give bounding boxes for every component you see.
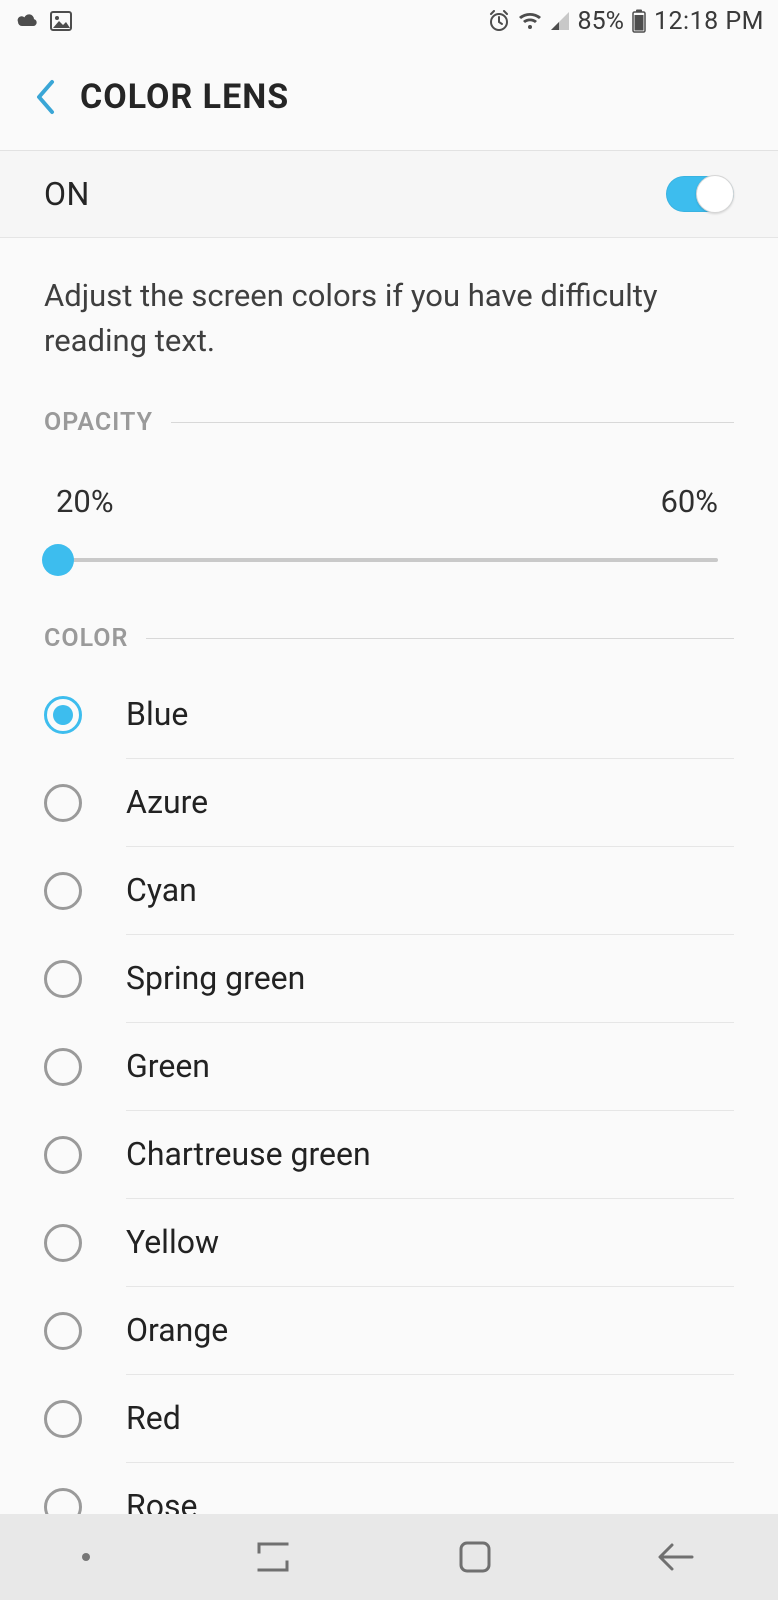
color-option-label: Azure: [126, 783, 208, 821]
color-option-label-wrap: Orange: [126, 1287, 734, 1375]
status-bar: 85% 12:18 PM: [0, 0, 778, 42]
color-option-label: Red: [126, 1399, 181, 1437]
divider: [171, 422, 734, 423]
color-option-label: Rose: [126, 1487, 197, 1514]
master-toggle-switch[interactable]: [666, 176, 734, 212]
color-option[interactable]: Blue: [0, 671, 778, 759]
nav-indicator-dot: [82, 1553, 90, 1561]
color-option-label-wrap: Green: [126, 1023, 734, 1111]
master-toggle-row[interactable]: ON: [0, 151, 778, 238]
opacity-section-label: OPACITY: [44, 408, 153, 437]
recents-button[interactable]: [253, 1542, 293, 1572]
color-option-label-wrap: Cyan: [126, 847, 734, 935]
color-section-label: COLOR: [44, 624, 128, 653]
battery-icon: [632, 9, 646, 33]
color-option-label: Green: [126, 1047, 210, 1085]
color-options-list: Blue Azure Cyan Spring green Green Chartreuse…: [0, 663, 778, 1514]
radio-button[interactable]: [44, 960, 82, 998]
color-option[interactable]: Rose: [0, 1463, 778, 1514]
color-option-label: Chartreuse green: [126, 1135, 371, 1173]
color-option-label: Cyan: [126, 871, 197, 909]
color-option-label-wrap: Blue: [126, 671, 734, 759]
color-option[interactable]: Yellow: [0, 1199, 778, 1287]
radio-button[interactable]: [44, 1312, 82, 1350]
radio-button[interactable]: [44, 696, 82, 734]
color-option[interactable]: Green: [0, 1023, 778, 1111]
opacity-section-header: OPACITY: [0, 394, 778, 447]
color-option-label: Spring green: [126, 959, 305, 997]
opacity-max-label: 60%: [660, 483, 718, 520]
home-button[interactable]: [457, 1539, 493, 1575]
opacity-range-labels: 20% 60%: [0, 447, 778, 532]
color-option-label-wrap: Azure: [126, 759, 734, 847]
master-toggle-label: ON: [44, 175, 90, 213]
color-section-header: COLOR: [0, 610, 778, 663]
slider-thumb[interactable]: [42, 544, 74, 576]
wifi-icon: [518, 11, 542, 31]
color-option[interactable]: Orange: [0, 1287, 778, 1375]
color-option-label-wrap: Rose: [126, 1463, 734, 1514]
toggle-knob: [696, 175, 734, 213]
radio-button[interactable]: [44, 1400, 82, 1438]
cloud-icon: [14, 12, 40, 30]
radio-button[interactable]: [44, 872, 82, 910]
color-option[interactable]: Cyan: [0, 847, 778, 935]
radio-button[interactable]: [44, 1048, 82, 1086]
page-header: COLOR LENS: [0, 42, 778, 151]
color-option-label-wrap: Red: [126, 1375, 734, 1463]
radio-button[interactable]: [44, 1136, 82, 1174]
color-option[interactable]: Red: [0, 1375, 778, 1463]
color-option-label: Blue: [126, 695, 188, 733]
radio-button[interactable]: [44, 1488, 82, 1514]
opacity-slider[interactable]: [42, 538, 718, 582]
color-option-label-wrap: Chartreuse green: [126, 1111, 734, 1199]
color-option-label: Orange: [126, 1311, 228, 1349]
radio-button[interactable]: [44, 784, 82, 822]
battery-percent: 85%: [578, 7, 624, 36]
navigation-bar: [0, 1514, 778, 1600]
color-option-label-wrap: Yellow: [126, 1199, 734, 1287]
back-nav-button[interactable]: [656, 1541, 696, 1573]
alarm-icon: [488, 10, 510, 32]
color-option-label-wrap: Spring green: [126, 935, 734, 1023]
color-option[interactable]: Azure: [0, 759, 778, 847]
chevron-left-icon: [34, 79, 56, 115]
clock-time: 12:18 PM: [654, 7, 764, 36]
signal-icon: [550, 11, 570, 31]
slider-track: [56, 558, 718, 562]
image-icon: [50, 11, 72, 31]
color-option[interactable]: Chartreuse green: [0, 1111, 778, 1199]
opacity-min-label: 20%: [56, 483, 114, 520]
page-title: COLOR LENS: [80, 77, 289, 117]
divider: [146, 638, 734, 639]
description-text: Adjust the screen colors if you have dif…: [0, 238, 778, 394]
radio-button[interactable]: [44, 1224, 82, 1262]
back-button[interactable]: [20, 72, 70, 122]
color-option[interactable]: Spring green: [0, 935, 778, 1023]
color-option-label: Yellow: [126, 1223, 219, 1261]
